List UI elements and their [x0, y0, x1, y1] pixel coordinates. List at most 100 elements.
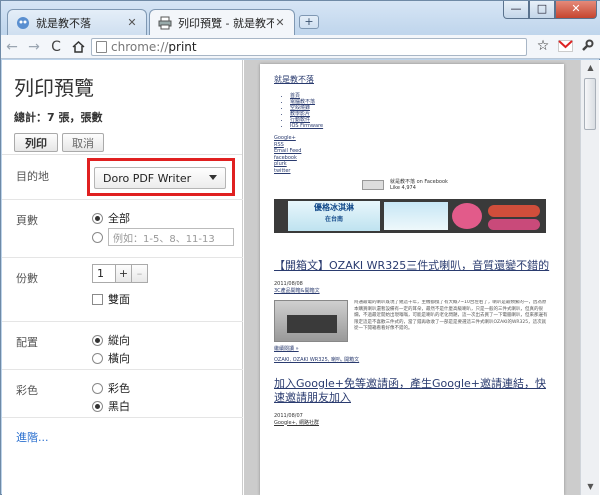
window-controls: — □ ✕: [503, 1, 597, 19]
url-path: print: [168, 40, 197, 54]
preview-page: 就是教不落 首頁 電腦教不落 空殼燒錄 教學影片 行動軟件 IOS Firmwa…: [260, 64, 564, 495]
color-label: 彩色: [16, 384, 38, 397]
preview-nav-line: [274, 235, 550, 247]
post-text: 阿通最電的喇叭既現了幾這十年，主機都換了有大概7~10台左右了，喇叭是最頻繁的一…: [354, 300, 548, 331]
duplex-label: 雙面: [108, 293, 130, 306]
layout-row: 配置 縱向 橫向: [2, 322, 243, 370]
forward-arrow-icon[interactable]: →: [23, 37, 45, 57]
copies-increment-button[interactable]: +: [116, 264, 132, 283]
print-settings-sidebar: 列印預覽 總計：7 張，張數 列印 取消 目的地 Doro PDF Writer…: [2, 60, 243, 495]
radio-unselected-icon: [92, 382, 103, 394]
pages-range-input[interactable]: 例如：1-5、8、11-13: [108, 228, 234, 246]
banner-pill: [488, 219, 540, 230]
facebook-text: 就是教不落 on Facebook: [390, 179, 448, 185]
print-preview-page: 列印預覽 總計：7 張，張數 列印 取消 目的地 Doro PDF Writer…: [2, 60, 600, 495]
list-item: twitter: [274, 167, 291, 174]
destination-value: Doro PDF Writer: [103, 171, 192, 185]
pages-all-label: 全部: [108, 212, 130, 225]
blog-favicon-icon: [16, 16, 30, 30]
preview-blog-title: 就是教不落: [274, 75, 314, 84]
destination-label: 目的地: [16, 170, 49, 183]
copies-row: 份數 1 + – 雙面: [2, 258, 243, 322]
maximize-button[interactable]: □: [529, 1, 555, 19]
radio-selected-icon: [92, 334, 103, 346]
banner-image: [384, 202, 448, 230]
portrait-label: 縱向: [108, 334, 130, 347]
copies-label: 份數: [16, 272, 38, 285]
back-arrow-icon[interactable]: ←: [1, 37, 23, 57]
page-title: 列印預覽: [14, 76, 94, 100]
tab-close-icon[interactable]: ✕: [274, 17, 286, 29]
facebook-like-box: 就是教不落 on Facebook Like 4,974: [362, 178, 550, 191]
preview-post-body: 阿通最電的喇叭既現了幾這十年，主機都換了有大概7~10台左右了，喇叭是最頻繁的一…: [274, 300, 550, 342]
preview-nav-list: 首頁 電腦教不落 空殼燒錄 教學影片 行動軟件 IOS Firmware: [290, 93, 550, 129]
preview-post-meta: 2011/08/07 Google+, 網路社群: [274, 413, 550, 426]
gmail-icon[interactable]: [557, 38, 573, 54]
tab-blog[interactable]: 就是教不落 ✕: [7, 9, 147, 35]
portrait-radio[interactable]: 縱向: [92, 332, 130, 348]
preview-social-links: Google+ RSS Email Feed facebook plurk tw…: [274, 135, 550, 174]
reload-icon[interactable]: C: [45, 37, 67, 57]
banner-headline: 優格冰淇淋: [314, 203, 354, 212]
banner-text: 優格冰淇淋 在台南: [288, 201, 380, 231]
pages-row: 頁數 全部 例如：1-5、8、11-13: [2, 200, 243, 258]
cancel-button[interactable]: 取消: [62, 133, 104, 152]
copies-input[interactable]: 1: [92, 264, 116, 283]
tab-label: 列印預覽 - 就是教不落: [178, 17, 274, 30]
banner-badge: [452, 203, 482, 229]
home-icon[interactable]: [67, 37, 89, 57]
preview-ad-banner: 優格冰淇淋 在台南: [274, 199, 546, 233]
post-image: [274, 300, 348, 342]
bw-radio[interactable]: 黑白: [92, 398, 130, 414]
url-scheme: chrome://: [111, 40, 169, 54]
tab-print-preview[interactable]: 列印預覽 - 就是教不落 ✕: [149, 9, 295, 36]
radio-unselected-icon: [92, 231, 103, 243]
tab-label: 就是教不落: [36, 16, 91, 30]
preview-post-title: 加入Google+免等邀請函，產生Google+邀請連結，快速邀請朋友加入: [274, 377, 547, 404]
scroll-up-arrow-icon[interactable]: ▲: [581, 60, 600, 76]
advanced-settings-link[interactable]: 進階...: [16, 429, 49, 445]
color-radio[interactable]: 彩色: [92, 380, 130, 396]
post-category: Google+, 網路社群: [274, 419, 320, 426]
minimize-button[interactable]: —: [503, 1, 529, 19]
print-button[interactable]: 列印: [14, 133, 58, 152]
title-bar: 就是教不落 ✕ 列印預覽 - 就是教不落 ✕ + — □ ✕: [1, 1, 600, 36]
preview-area: 就是教不落 首頁 電腦教不落 空殼燒錄 教學影片 行動軟件 IOS Firmwa…: [244, 60, 580, 495]
facebook-button: [362, 179, 384, 190]
wrench-icon[interactable]: [579, 38, 595, 54]
tab-close-icon[interactable]: ✕: [126, 16, 138, 29]
browser-window: 就是教不落 ✕ 列印預覽 - 就是教不落 ✕ + — □ ✕ ← → C chr…: [0, 0, 600, 495]
preview-scrollbar[interactable]: ▲ ▼: [580, 60, 599, 495]
landscape-radio[interactable]: 橫向: [92, 350, 130, 366]
radio-selected-icon: [92, 400, 103, 412]
dropdown-caret-icon: [209, 175, 217, 180]
copies-decrement-button[interactable]: –: [132, 264, 148, 283]
pages-all-radio[interactable]: 全部: [92, 210, 234, 226]
preview-post-meta: 2011/08/08 3C產品開箱&開箱文: [274, 281, 550, 294]
facebook-like-count: Like 4,974: [390, 185, 416, 191]
browser-toolbar: ← → C chrome://print ☆: [1, 35, 600, 59]
scrollbar-thumb[interactable]: [584, 78, 596, 130]
pages-custom-radio[interactable]: 例如：1-5、8、11-13: [92, 228, 234, 246]
pages-label: 頁數: [16, 214, 38, 227]
landscape-label: 橫向: [108, 352, 130, 365]
preview-post-title: 【開箱文】OZAKI WR325三件式喇叭，音質還變不錯的: [274, 259, 550, 272]
post-category: 3C產品開箱&開箱文: [274, 287, 320, 294]
page-count-summary: 總計：7 張，張數: [14, 111, 103, 124]
color-option-label: 彩色: [108, 382, 130, 395]
list-item: IOS Firmware: [290, 123, 550, 129]
layout-label: 配置: [16, 336, 38, 349]
close-window-button[interactable]: ✕: [555, 1, 597, 19]
destination-select[interactable]: Doro PDF Writer: [94, 167, 226, 189]
banner-subline: 在台南: [324, 216, 343, 223]
star-bookmark-icon[interactable]: ☆: [535, 38, 551, 54]
radio-unselected-icon: [92, 352, 103, 364]
duplex-checkbox[interactable]: 雙面: [92, 291, 148, 307]
scroll-down-arrow-icon[interactable]: ▼: [581, 479, 600, 495]
radio-selected-icon: [92, 212, 103, 224]
new-tab-button[interactable]: +: [299, 15, 319, 29]
checkbox-icon: [92, 293, 103, 305]
bw-label: 黑白: [108, 400, 130, 413]
address-bar[interactable]: chrome://print: [91, 38, 527, 56]
post-read-more: 繼續閱讀 »: [274, 346, 299, 352]
